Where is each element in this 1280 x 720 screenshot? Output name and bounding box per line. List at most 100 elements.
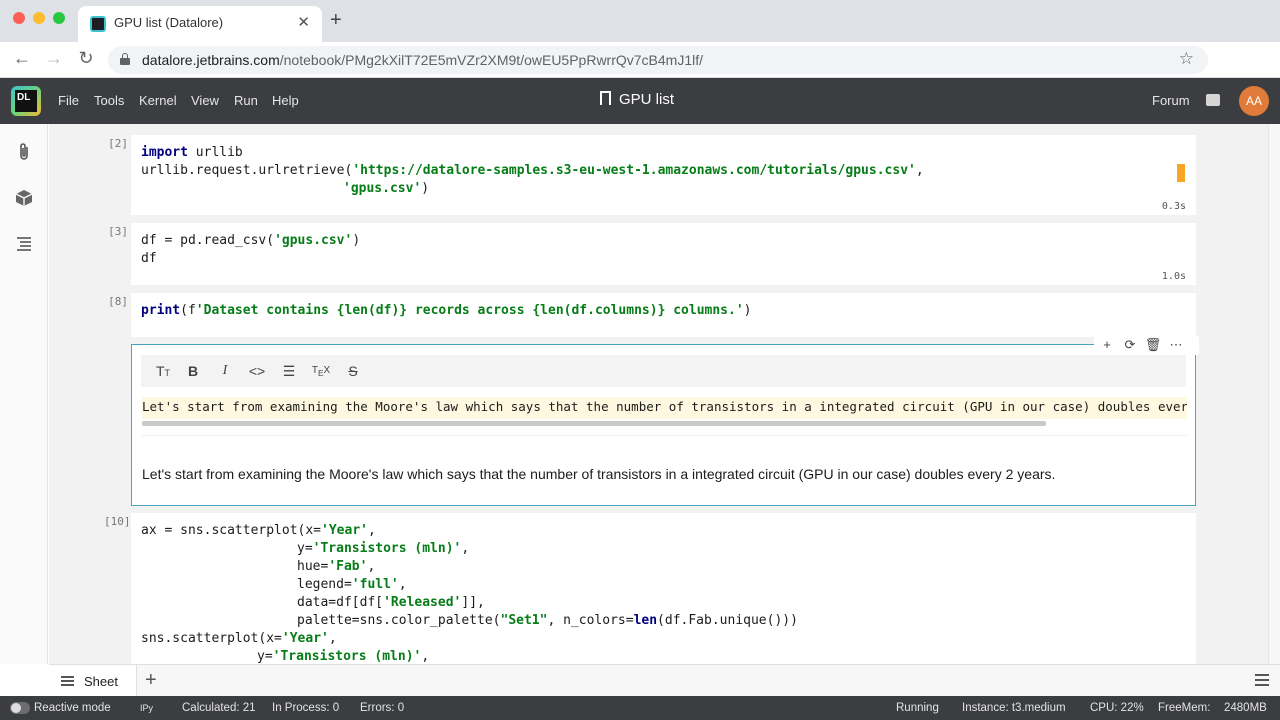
code-text: ) xyxy=(352,233,361,248)
code-text: , xyxy=(328,631,337,646)
run-refresh-icon[interactable]: ⟳ xyxy=(1119,336,1141,354)
feedback-chat-icon[interactable] xyxy=(1206,94,1220,106)
latex-icon[interactable]: TEX xyxy=(311,361,331,381)
code-text: data=df[df[ xyxy=(297,595,384,610)
in-process-count: In Process: 0 xyxy=(272,702,340,714)
attachment-icon[interactable] xyxy=(14,142,34,162)
app-header: DL File Tools Kernel View Run Help GPU l… xyxy=(0,78,1280,124)
code-cell[interactable]: import urllib urllib.request.urlretrieve… xyxy=(131,135,1196,215)
reload-icon[interactable]: ↻ xyxy=(74,48,98,69)
code-text: , xyxy=(398,577,407,592)
code-keyword: print xyxy=(141,303,181,318)
datalore-logo[interactable]: DL xyxy=(11,86,41,116)
code-cell[interactable]: df = pd.read_csv('gpus.csv') df 1.0s xyxy=(131,223,1196,285)
user-avatar[interactable]: AA xyxy=(1239,86,1269,116)
text-size-icon[interactable]: TT xyxy=(153,361,173,381)
sheets-list-icon[interactable] xyxy=(1255,674,1269,686)
add-sheet-button[interactable]: + xyxy=(145,669,157,692)
menu-run[interactable]: Run xyxy=(234,93,258,108)
code-text: ) xyxy=(743,303,752,318)
cell-number: [3] xyxy=(108,225,128,238)
code-text: ]], xyxy=(461,595,485,610)
bookmark-icon xyxy=(600,91,611,105)
errors-count: Errors: 0 xyxy=(360,702,405,714)
trash-icon[interactable]: 🗑 xyxy=(1142,336,1164,354)
markdown-source-editor[interactable]: Let's start from examining the Moore's l… xyxy=(142,397,1187,419)
sheet-menu-icon xyxy=(61,676,74,686)
code-text: df xyxy=(141,251,157,266)
reactive-mode-toggle[interactable] xyxy=(10,702,30,714)
url-path: /notebook/PMg2kXilT72E5mVZr2XM9t/owEU5Pp… xyxy=(279,52,704,68)
code-text: , xyxy=(461,541,470,556)
menu-file[interactable]: File xyxy=(58,93,79,108)
menu-help[interactable]: Help xyxy=(272,93,299,108)
cell-actions-toolbar: + ⟳ 🗑 ⋯ xyxy=(1094,335,1199,355)
menu-view[interactable]: View xyxy=(191,93,219,108)
datalore-favicon-icon xyxy=(90,16,106,32)
code-text: (df.Fab.unique())) xyxy=(657,613,798,628)
add-cell-icon[interactable]: + xyxy=(1096,336,1118,354)
new-tab-button[interactable]: + xyxy=(330,9,342,32)
close-tab-icon[interactable]: ✕ xyxy=(297,13,310,31)
package-cube-icon[interactable] xyxy=(14,188,34,208)
italic-icon[interactable]: I xyxy=(215,361,235,381)
code-text: legend= xyxy=(297,577,352,592)
browser-tab[interactable]: GPU list (Datalore) ✕ xyxy=(78,6,322,42)
menu-kernel[interactable]: Kernel xyxy=(139,93,177,108)
markdown-rendered-text: Let's start from examining the Moore's l… xyxy=(142,466,1056,482)
code-string: 'https://datalore-samples.s3-eu-west-1.a… xyxy=(352,163,916,178)
maximize-window-button[interactable] xyxy=(53,12,65,24)
notebook-scrollbar[interactable] xyxy=(1268,124,1280,664)
status-bar: Reactive mode IPy Calculated: 21 In Proc… xyxy=(0,696,1280,720)
notebook-title[interactable]: GPU list xyxy=(600,91,674,108)
code-text: , xyxy=(915,163,924,178)
code-cell[interactable]: print(f'Dataset contains {len(df)} recor… xyxy=(131,293,1196,337)
code-cell[interactable]: ax = sns.scatterplot(x='Year', y='Transi… xyxy=(131,513,1196,664)
bookmark-star-icon[interactable]: ☆ xyxy=(1179,49,1194,69)
menu-tools[interactable]: Tools xyxy=(94,93,124,108)
more-options-icon[interactable]: ⋯ xyxy=(1165,336,1187,354)
reactive-mode-label: Reactive mode xyxy=(34,702,111,714)
code-string: 'Transistors (mln)' xyxy=(272,649,422,664)
horizontal-scrollbar[interactable] xyxy=(142,421,1046,426)
code-string: "Set1" xyxy=(500,613,548,628)
code-text: ) xyxy=(421,181,430,196)
code-text: (f xyxy=(180,303,196,318)
kernel-status: Running xyxy=(896,702,939,714)
code-text: , xyxy=(367,559,376,574)
code-text: palette=sns.color_palette( xyxy=(297,613,501,628)
forum-link[interactable]: Forum xyxy=(1152,93,1190,108)
code-icon[interactable]: <> xyxy=(247,361,267,381)
code-text: y= xyxy=(257,649,273,664)
code-text: sns.scatterplot(x= xyxy=(141,631,282,646)
outline-list-icon[interactable] xyxy=(14,234,34,254)
instance-type: Instance: t3.medium xyxy=(962,702,1066,714)
code-text: , xyxy=(421,649,430,664)
markdown-cell[interactable]: TT B I <> ☰ TEX S Let's start from exami… xyxy=(131,344,1196,506)
strikethrough-icon[interactable]: S xyxy=(343,361,363,381)
code-string: 'Year' xyxy=(321,523,368,538)
code-text: hue= xyxy=(297,559,329,574)
sheet-tab[interactable]: Sheet xyxy=(49,665,137,697)
browser-tab-bar: GPU list (Datalore) ✕ + xyxy=(0,0,1280,42)
tab-title: GPU list (Datalore) xyxy=(114,15,224,30)
list-icon[interactable]: ☰ xyxy=(279,361,299,381)
left-sidebar xyxy=(0,124,48,664)
forward-arrow-icon[interactable]: → xyxy=(42,48,66,69)
code-string: 'full' xyxy=(351,577,399,592)
url-field[interactable]: datalore.jetbrains.com/notebook/PMg2kXil… xyxy=(108,46,1208,74)
close-window-button[interactable] xyxy=(13,12,25,24)
minimize-window-button[interactable] xyxy=(33,12,45,24)
calculated-count: Calculated: 21 xyxy=(182,702,256,714)
execution-time: 0.3s xyxy=(1161,201,1186,212)
code-string: 'Released' xyxy=(383,595,462,610)
code-text: urllib.request.urlretrieve( xyxy=(141,163,353,178)
back-arrow-icon[interactable]: ← xyxy=(10,48,34,69)
code-string: 'gpus.csv' xyxy=(274,233,353,248)
sheet-tab-label: Sheet xyxy=(84,674,118,689)
code-string: 'gpus.csv' xyxy=(343,181,422,196)
code-string: 'Year' xyxy=(281,631,329,646)
divider xyxy=(142,435,1187,436)
execution-time: 1.0s xyxy=(1161,271,1186,282)
bold-icon[interactable]: B xyxy=(183,361,203,381)
